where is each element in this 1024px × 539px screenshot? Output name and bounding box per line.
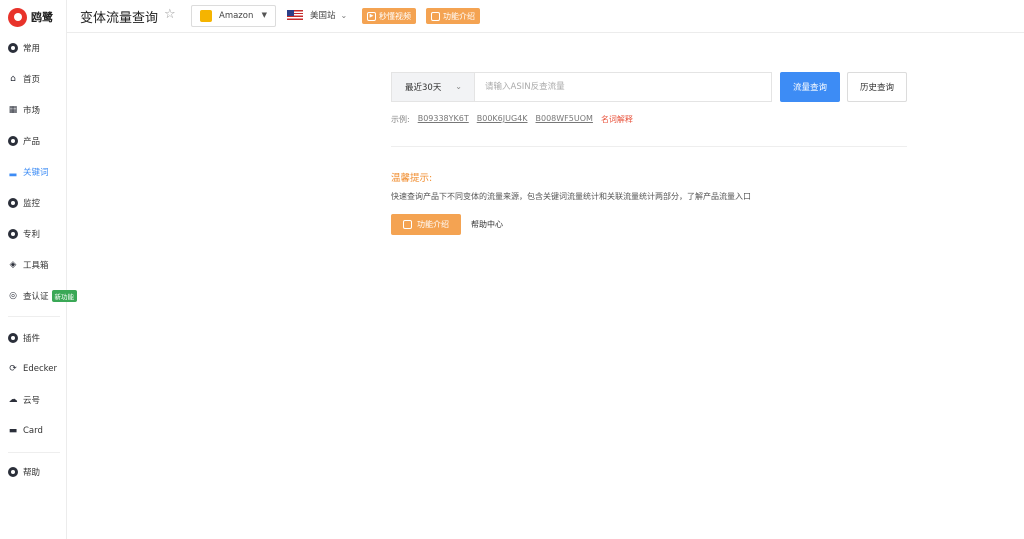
platform-select[interactable]: Amazon ▼ [191,5,276,27]
document-icon [431,11,440,21]
chevron-down-icon: ⌄ [340,10,348,20]
sidebar-item-market[interactable]: ▦ 市场 [8,101,40,119]
tips-title: 温馨提示: [391,173,433,184]
example-asin-link[interactable]: B00K6JUG4K [477,114,528,125]
document-icon [403,220,412,229]
history-query-button[interactable]: 历史查询 [847,72,907,102]
sidebar-item-label: 帮助 [23,468,41,478]
sidebar-item-keyword[interactable]: ▂ 关键词 [8,163,49,181]
asin-search-input[interactable] [474,72,772,102]
feature-intro-button-main[interactable]: 功能介绍 [391,214,461,235]
card-icon: ▬ [8,426,18,436]
sidebar-item-label: 产品 [23,137,41,147]
monitor-icon [8,198,18,208]
sidebar-item-label: 云号 [23,396,41,406]
grid-icon: ▦ [8,105,18,115]
patent-icon [8,229,18,239]
examples: 示例: B09338YK6T B00K6JUG4K B008WF5UOM 名词解… [391,114,633,125]
favorite-star-icon[interactable]: ☆ [164,7,176,22]
sidebar-item-label: 关键词 [23,168,49,178]
sidebar-item-help[interactable]: 帮助 [8,463,40,481]
logo-text: 鸥鹭 [31,11,53,24]
sidebar-item-edecker[interactable]: ⟳ Edecker [8,360,57,378]
video-button-label: 秒懂视频 [379,11,411,21]
us-flag-icon [287,10,303,20]
sidebar-item-product[interactable]: 产品 [8,132,40,150]
feature-intro-label: 功能介绍 [443,11,475,21]
date-range-label: 最近30天 [405,83,442,93]
video-button[interactable]: ▶ 秒懂视频 [362,8,416,24]
sidebar-item-toolbox[interactable]: ◈ 工具箱 [8,256,49,274]
sidebar-item-common[interactable]: 常用 [8,39,40,57]
sidebar-item-label: 监控 [23,199,41,209]
new-feature-badge: 新功能 [51,290,78,302]
example-asin-link[interactable]: B09338YK6T [418,114,469,125]
feature-intro-button[interactable]: 功能介绍 [426,8,480,24]
platform-label: Amazon [219,11,254,21]
examples-label: 示例: [391,115,410,124]
date-range-select[interactable]: 最近30天 ⌄ [391,72,474,102]
sidebar-item-certification[interactable]: ◎ 查认证 新功能 [8,287,78,305]
chevron-down-icon: ⌄ [455,82,462,91]
sidebar-item-label: 插件 [23,334,41,344]
top-bar: 变体流量查询 ☆ Amazon ▼ 美国站 ⌄ ▶ 秒懂视频 功能介绍 [67,0,1024,33]
sidebar-item-label: 常用 [23,44,41,54]
sidebar-item-label: 工具箱 [23,261,49,271]
help-icon [8,467,18,477]
layers-icon: ◈ [9,260,17,270]
sidebar-item-label: 市场 [23,106,41,116]
sidebar-item-card[interactable]: ▬ Card [8,422,43,440]
sidebar-item-home[interactable]: ⌂ 首页 [8,70,40,88]
edecker-icon: ⟳ [9,364,17,374]
logo-icon [8,7,27,27]
glossary-link[interactable]: 名词解释 [601,114,633,125]
sidebar-item-label: 首页 [23,75,41,85]
home-icon: ⌂ [10,74,16,84]
sidebar-divider [8,316,60,317]
sidebar: 鸥鹭 常用 ⌂ 首页 ▦ 市场 产品 ▂ 关键词 监控 专利 ◈ 工具箱 ◎ 查… [0,0,78,539]
logo[interactable]: 鸥鹭 [8,6,53,28]
sidebar-item-label: 查认证 [23,292,49,302]
tips-text: 快速查询产品下不同变体的流量来源，包含关键词流量统计和关联流量统计两部分，了解产… [391,192,751,201]
amazon-icon [200,10,212,22]
play-icon: ▶ [367,11,376,21]
sidebar-item-label: 专利 [23,230,41,240]
certification-icon: ◎ [9,291,17,301]
help-center-link[interactable]: 帮助中心 [471,219,503,230]
traffic-query-button[interactable]: 流量查询 [780,72,840,102]
content-divider [391,146,907,147]
sidebar-item-label: Edecker [23,364,58,374]
eye-icon [8,136,18,146]
cloud-icon: ☁ [8,395,18,405]
caret-down-icon: ▼ [261,11,267,19]
sidebar-item-monitor[interactable]: 监控 [8,194,40,212]
sidebar-item-cloud[interactable]: ☁ 云号 [8,391,41,409]
bar-chart-icon: ▂ [9,167,17,177]
sidebar-item-patent[interactable]: 专利 [8,225,40,243]
page-title: 变体流量查询 [80,11,159,26]
example-asin-link[interactable]: B008WF5UOM [536,114,593,125]
site-select[interactable]: 美国站 ⌄ [287,9,347,21]
circle-dot-icon [8,43,18,53]
sidebar-item-plugin[interactable]: 插件 [8,329,40,347]
site-label: 美国站 [310,11,336,21]
chrome-icon [8,333,18,343]
feature-intro-label: 功能介绍 [417,220,449,229]
sidebar-item-label: Card [23,426,43,436]
sidebar-divider [8,452,60,453]
